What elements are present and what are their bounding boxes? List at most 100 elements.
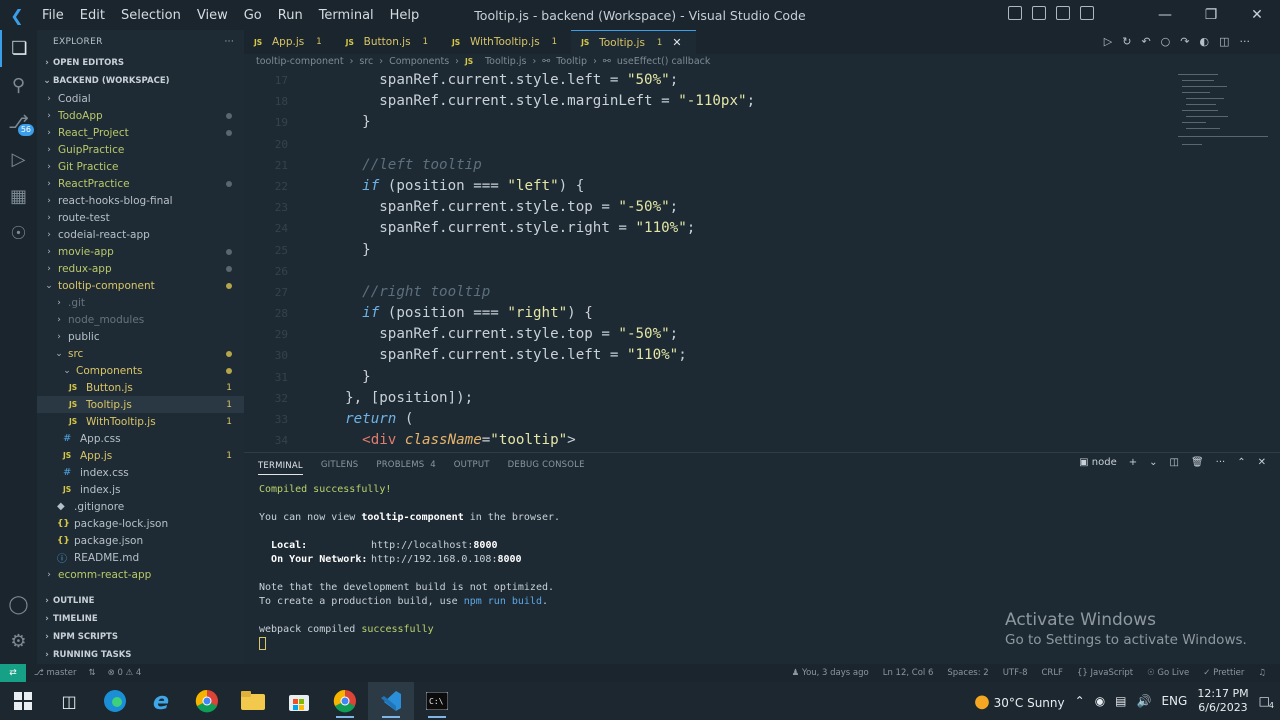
settings-gear-icon[interactable]: ⚙: [0, 623, 37, 660]
location-icon[interactable]: ◉: [1095, 694, 1105, 708]
source-control-icon[interactable]: ⎇ 56: [0, 104, 37, 141]
tab-gitlens[interactable]: GITLENS: [321, 460, 359, 470]
compare-icon[interactable]: ◐: [1199, 35, 1209, 48]
menu-help[interactable]: Help: [382, 8, 428, 23]
file-index-js[interactable]: JS index.js: [37, 481, 244, 498]
edge-app[interactable]: [92, 682, 138, 720]
folder-git[interactable]: › .git: [37, 294, 244, 311]
folder-codial[interactable]: › Codial: [37, 90, 244, 107]
tab-debug-console[interactable]: DEBUG CONSOLE: [508, 460, 585, 470]
folder-redux-app[interactable]: › redux-app: [37, 260, 244, 277]
outline-section[interactable]: › OUTLINE: [37, 592, 244, 610]
toggle-panel-icon[interactable]: [1032, 6, 1046, 20]
folder-reactpractice[interactable]: › ReactPractice: [37, 175, 244, 192]
folder-git-practice[interactable]: › Git Practice: [37, 158, 244, 175]
language-mode[interactable]: {} JavaScript: [1077, 668, 1133, 678]
file-withtooltip-js[interactable]: JS WithTooltip.js 1: [37, 413, 244, 430]
split-editor-icon[interactable]: ◫: [1219, 35, 1229, 48]
folder-react-hooks-blog-final[interactable]: › react-hooks-blog-final: [37, 192, 244, 209]
folder-guippractice[interactable]: › GuipPractice: [37, 141, 244, 158]
search-icon[interactable]: ⚲: [0, 67, 37, 104]
notifications-bell-icon[interactable]: ♫: [1258, 668, 1266, 678]
ie-app[interactable]: e: [138, 682, 184, 720]
chevron-down-icon[interactable]: ⌄: [1149, 457, 1157, 468]
more-actions-icon[interactable]: ···: [225, 37, 234, 47]
explorer-icon[interactable]: ❏: [0, 30, 37, 67]
run-debug-icon[interactable]: ▷: [0, 141, 37, 178]
folder-codeial-react-app[interactable]: › codeial-react-app: [37, 226, 244, 243]
npm-scripts-section[interactable]: › NPM SCRIPTS: [37, 628, 244, 646]
file-readme-md[interactable]: ⓘ README.md: [37, 549, 244, 566]
tab-app-js[interactable]: JS App.js 1: [244, 30, 336, 54]
remote-indicator-icon[interactable]: ⇄: [0, 664, 26, 682]
customize-layout-icon[interactable]: [1080, 6, 1094, 20]
end-of-line[interactable]: CRLF: [1041, 668, 1062, 678]
menu-terminal[interactable]: Terminal: [311, 8, 382, 23]
menu-view[interactable]: View: [189, 8, 236, 23]
problems-indicator[interactable]: ⊗ 0 ⚠ 4: [108, 668, 142, 678]
folder-todoapp[interactable]: › TodoApp: [37, 107, 244, 124]
folder-components[interactable]: ⌄ Components: [37, 362, 244, 379]
tab-button-js[interactable]: JS Button.js 1: [336, 30, 442, 54]
forward-icon[interactable]: ↷: [1180, 35, 1189, 48]
menu-go[interactable]: Go: [236, 8, 270, 23]
file-explorer-app[interactable]: [230, 682, 276, 720]
chrome-profile-app[interactable]: [322, 682, 368, 720]
code-editor[interactable]: 17 spanRef.current.style.left = "50%"; 18…: [244, 70, 1174, 448]
breadcrumb-item[interactable]: src: [359, 56, 373, 67]
terminal-output[interactable]: Compiled successfully! You can now view …: [259, 483, 560, 652]
encoding[interactable]: UTF-8: [1003, 668, 1028, 678]
prettier-button[interactable]: ✓ Prettier: [1203, 668, 1244, 678]
account-icon[interactable]: ◯: [0, 586, 37, 623]
dot-icon[interactable]: ○: [1161, 35, 1171, 48]
breadcrumb-item[interactable]: Tooltip.js: [485, 56, 526, 67]
weather-widget[interactable]: ● 30°C Sunny: [974, 691, 1065, 712]
sync-icon[interactable]: ⇅: [88, 668, 95, 678]
folder-node-modules[interactable]: › node_modules: [37, 311, 244, 328]
timeline-section[interactable]: › TIMELINE: [37, 610, 244, 628]
close-panel-icon[interactable]: ✕: [1258, 457, 1266, 468]
terminal-shell-selector[interactable]: ▣ node: [1079, 457, 1117, 468]
tab-output[interactable]: OUTPUT: [454, 460, 490, 470]
menu-file[interactable]: File: [34, 8, 72, 23]
minimap[interactable]: [1174, 70, 1280, 448]
folder-tooltip-component[interactable]: ⌄ tooltip-component: [37, 277, 244, 294]
clock[interactable]: 12:17 PM 6/6/2023: [1197, 687, 1248, 715]
input-language[interactable]: ENG: [1161, 694, 1187, 708]
file-app-css[interactable]: # App.css: [37, 430, 244, 447]
close-window-icon[interactable]: ✕: [1234, 0, 1280, 30]
tab-tooltip-js[interactable]: JS Tooltip.js 1 ✕: [571, 30, 696, 54]
tab-terminal[interactable]: TERMINAL: [258, 461, 303, 475]
menu-selection[interactable]: Selection: [113, 8, 189, 23]
more-icon[interactable]: ···: [1240, 35, 1251, 48]
file-tooltip-js[interactable]: JS Tooltip.js 1: [37, 396, 244, 413]
folder-ecomm-react-app[interactable]: › ecomm-react-app: [37, 566, 244, 583]
close-tab-icon[interactable]: ✕: [672, 36, 681, 49]
menu-edit[interactable]: Edit: [72, 8, 113, 23]
go-back-icon[interactable]: ↶: [1141, 35, 1150, 48]
go-live-button[interactable]: ☉ Go Live: [1147, 668, 1189, 678]
folder-react-project[interactable]: › React_Project: [37, 124, 244, 141]
file-index-css[interactable]: # index.css: [37, 464, 244, 481]
maximize-panel-icon[interactable]: ⌃: [1237, 457, 1245, 468]
network-icon[interactable]: ▤: [1115, 694, 1126, 708]
folder-public[interactable]: › public: [37, 328, 244, 345]
split-terminal-icon[interactable]: ◫: [1170, 457, 1179, 468]
breadcrumb-item[interactable]: Tooltip: [556, 56, 587, 67]
restore-icon[interactable]: ❐: [1188, 0, 1234, 30]
branch-indicator[interactable]: ⎇ master: [34, 668, 76, 678]
gitlens-icon[interactable]: ☉: [0, 215, 37, 252]
chrome-app[interactable]: [184, 682, 230, 720]
breadcrumb-item[interactable]: tooltip-component: [256, 56, 344, 67]
more-icon[interactable]: ···: [1216, 457, 1226, 468]
new-terminal-icon[interactable]: +: [1129, 457, 1137, 468]
breadcrumb-item[interactable]: Components: [389, 56, 449, 67]
show-hidden-icons-icon[interactable]: ⌃: [1075, 694, 1085, 708]
folder-src[interactable]: ⌄ src: [37, 345, 244, 362]
workspace-section[interactable]: ⌄ BACKEND (WORKSPACE): [37, 72, 244, 90]
file-app-js[interactable]: JS App.js 1: [37, 447, 244, 464]
vscode-app[interactable]: [368, 682, 414, 720]
timeline-icon[interactable]: ↻: [1122, 35, 1131, 48]
run-icon[interactable]: ▷: [1104, 35, 1112, 48]
indentation[interactable]: Spaces: 2: [947, 668, 988, 678]
